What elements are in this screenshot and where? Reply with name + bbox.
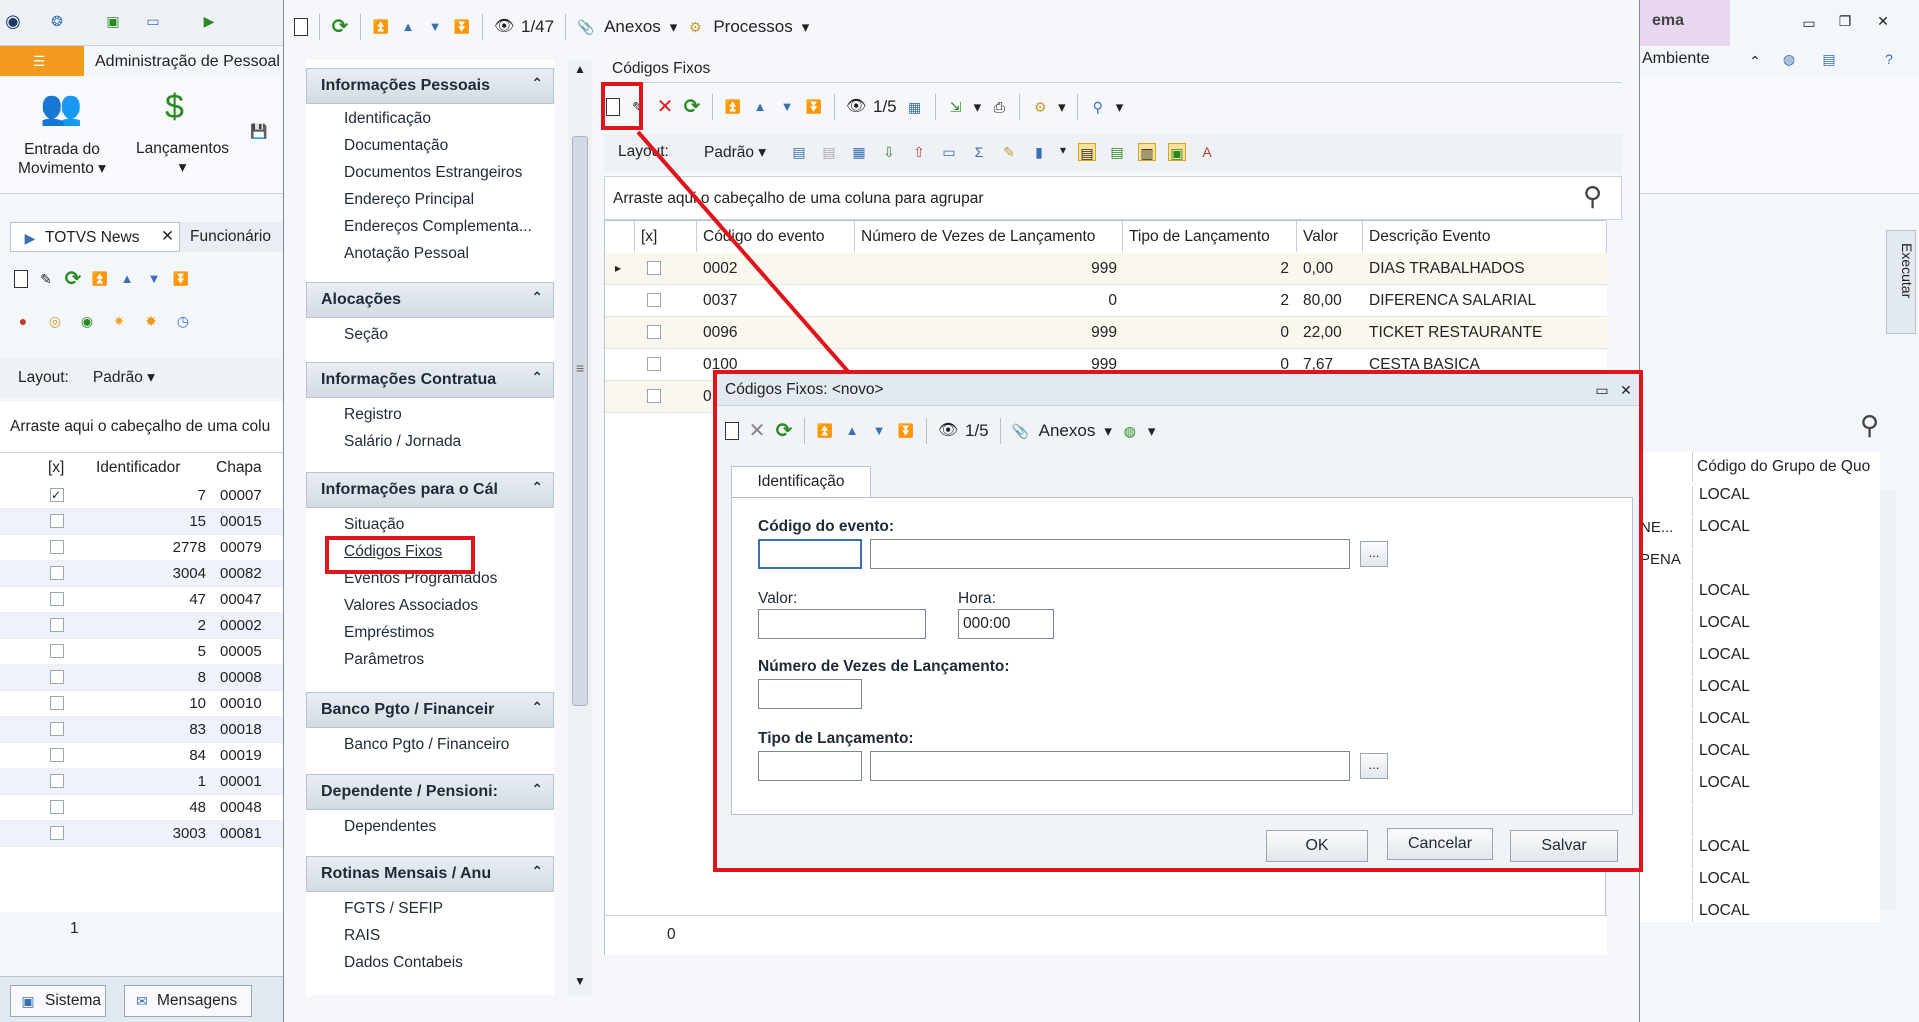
codigo-evento-label: Código do evento:	[758, 518, 895, 535]
globe-chevron-icon[interactable]: ▾	[1148, 422, 1156, 440]
ok-button[interactable]: OK	[1266, 830, 1368, 862]
tipo-lancamento-description[interactable]	[870, 751, 1350, 781]
dialog-counter: 1/5	[965, 421, 989, 440]
valor-input[interactable]	[758, 609, 926, 639]
dialog-anexos-menu[interactable]: Anexos	[1039, 421, 1096, 441]
tipo-lancamento-lookup-button[interactable]: ...	[1360, 753, 1388, 779]
globe-process-icon[interactable]: ◍	[1121, 422, 1139, 440]
valor-label: Valor:	[758, 590, 798, 607]
maximize-icon[interactable]: ▭	[1593, 381, 1611, 399]
cancelar-button[interactable]: Cancelar	[1387, 828, 1493, 860]
numero-vezes-input[interactable]	[758, 679, 862, 709]
hora-input[interactable]: 000:00	[958, 609, 1054, 639]
codigo-evento-lookup-button[interactable]: ...	[1360, 541, 1388, 567]
hora-label: Hora:	[958, 590, 996, 607]
form-panel: Código do evento: ... Valor: Hora: 000:0…	[731, 497, 1633, 815]
dialog-title: Códigos Fixos: <novo>	[725, 381, 884, 398]
delete-icon[interactable]: ✕	[748, 421, 766, 441]
tipo-lancamento-label: Tipo de Lançamento:	[758, 730, 914, 747]
search-icon[interactable]: 👁	[938, 422, 958, 440]
next-record-icon[interactable]: ▼	[870, 422, 888, 440]
numero-vezes-label: Número de Vezes de Lançamento:	[758, 658, 1010, 675]
last-record-icon[interactable]: ⏬	[897, 422, 915, 440]
tipo-lancamento-input[interactable]	[758, 751, 862, 781]
prev-record-icon[interactable]: ▲	[843, 422, 861, 440]
refresh-icon[interactable]: ⟳	[775, 421, 793, 441]
codigo-evento-input[interactable]	[758, 539, 862, 569]
salvar-button[interactable]: Salvar	[1510, 830, 1618, 862]
dialog-anexos-chevron-icon[interactable]: ▾	[1104, 422, 1112, 440]
codigo-evento-description[interactable]	[870, 539, 1350, 569]
dialog-titlebar: Códigos Fixos: <novo> ▭ ✕	[717, 374, 1639, 406]
dialog-toolbar: ✕ ⟳ ⏫ ▲ ▼ ⏬ 👁 1/5 📎 Anexos ▾ ◍ ▾	[719, 418, 1155, 444]
paperclip-icon: 📎	[1011, 423, 1030, 439]
new-icon[interactable]	[725, 422, 739, 440]
first-record-icon[interactable]: ⏫	[816, 422, 834, 440]
arrow-line	[636, 130, 868, 394]
dialog-close-icon[interactable]: ✕	[1617, 381, 1635, 399]
codigos-fixos-dialog: Códigos Fixos: <novo> ▭ ✕ ✕ ⟳ ⏫ ▲ ▼ ⏬ 👁 …	[713, 370, 1643, 872]
tab-identificacao[interactable]: Identificação	[731, 466, 871, 498]
